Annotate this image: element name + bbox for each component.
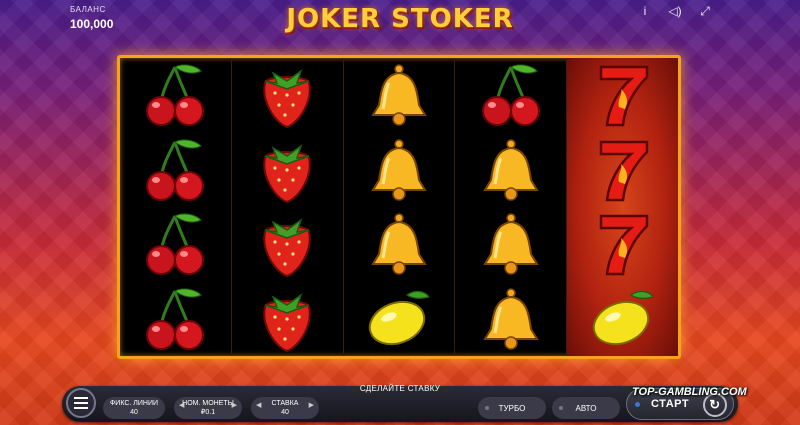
top-icons: i ◁) ⤢ (638, 4, 712, 19)
menu-button[interactable] (66, 388, 96, 418)
bell-icon (471, 284, 551, 354)
cherry-icon (135, 209, 215, 279)
auto-toggle[interactable]: АВТО (552, 397, 620, 419)
strawberry-icon (247, 209, 327, 279)
cherry-icon (135, 284, 215, 354)
cherry-icon (471, 60, 551, 130)
reel-2 (232, 58, 344, 356)
strawberry-icon (247, 60, 327, 130)
bet-decrease-icon[interactable]: ◀ (256, 401, 261, 410)
lines-label: ФИКС. ЛИНИИ (109, 400, 159, 407)
coin-increase-icon[interactable]: ▶ (232, 401, 237, 410)
bell-icon (471, 209, 551, 279)
info-icon[interactable]: i (638, 4, 652, 19)
strawberry-icon (247, 284, 327, 354)
turbo-label: ТУРБО (498, 403, 526, 413)
menu-icon-line (74, 397, 88, 399)
strawberry-icon (247, 135, 327, 205)
fullscreen-icon[interactable]: ⤢ (698, 4, 712, 19)
watermark: TOP-GAMBLING.COM (632, 386, 747, 398)
bell-icon (359, 60, 439, 130)
coin-decrease-icon[interactable]: ◀ (179, 401, 184, 410)
seven-icon (583, 135, 663, 205)
lemon-icon (583, 284, 663, 354)
reel-1 (120, 58, 232, 356)
coin-value-control: ◀ НОМ. МОНЕТЫ ₽0.1 ▶ (174, 397, 242, 419)
bet-control: ◀ СТАВКА 40 ▶ (251, 397, 319, 419)
turbo-indicator-icon (485, 406, 489, 410)
reel-3 (344, 58, 456, 356)
reel-4 (455, 58, 568, 356)
seven-icon (583, 60, 663, 130)
reel-5 (567, 58, 678, 356)
lines-value: 40 (130, 409, 138, 416)
reels-frame (117, 55, 681, 359)
bell-icon (359, 135, 439, 205)
sound-icon[interactable]: ◁) (668, 4, 682, 19)
auto-indicator-icon (559, 406, 563, 410)
bet-increase-icon[interactable]: ▶ (309, 401, 314, 410)
start-label: СТАРТ (651, 398, 690, 410)
menu-icon-line (74, 402, 88, 404)
bell-icon (359, 209, 439, 279)
turbo-toggle[interactable]: ТУРБО (478, 397, 546, 419)
auto-label: АВТО (575, 403, 597, 413)
bell-icon (471, 135, 551, 205)
lines-control[interactable]: ФИКС. ЛИНИИ 40 (103, 397, 165, 419)
seven-icon (583, 209, 663, 279)
lemon-icon (359, 284, 439, 354)
start-indicator-icon (635, 402, 640, 407)
menu-icon-line (74, 407, 88, 409)
cherry-icon (135, 60, 215, 130)
cherry-icon (135, 135, 215, 205)
